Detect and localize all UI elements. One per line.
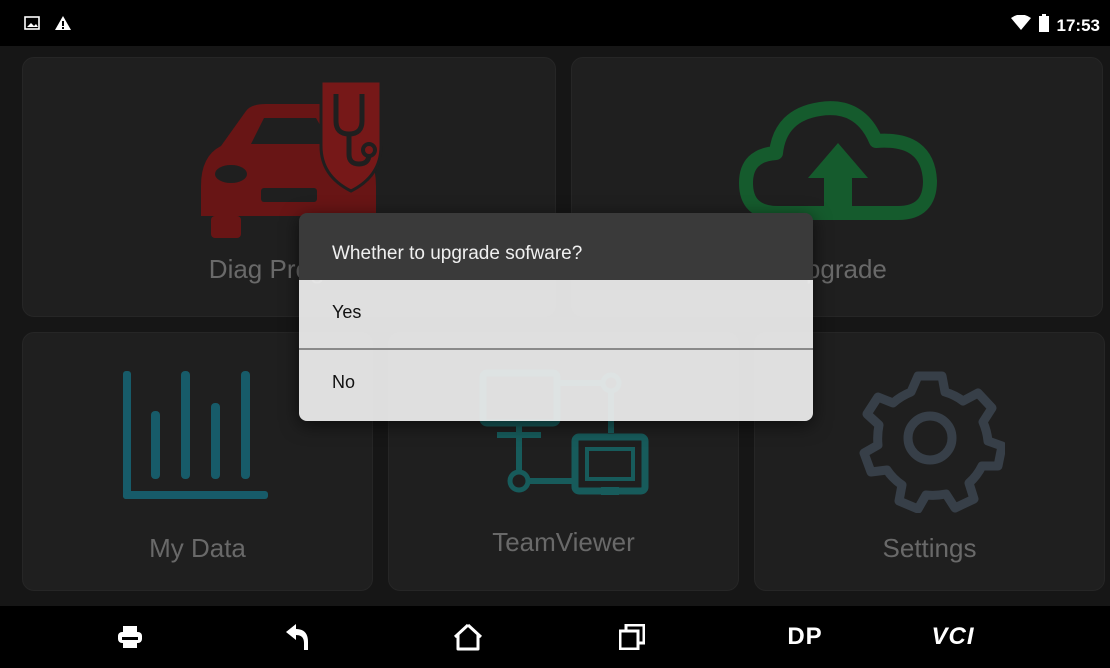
status-bar: 17:53 [0,0,1110,46]
wifi-icon [1010,14,1031,36]
print-icon [118,626,142,648]
warning-icon [54,15,72,36]
back-button[interactable] [268,606,328,668]
home-icon [453,623,483,651]
dialog-title: Whether to upgrade sofware? [299,213,813,280]
battery-icon [1038,14,1049,37]
vci-button[interactable]: VCI [918,606,988,668]
recent-apps-icon [619,624,645,650]
dialog-option-no[interactable]: No [299,350,813,421]
dialog-body: Yes No [299,280,813,421]
recent-apps-button[interactable] [602,606,662,668]
image-icon [24,16,40,35]
print-button[interactable] [100,606,160,668]
upgrade-dialog: Whether to upgrade sofware? Yes No [299,213,813,421]
vci-label: VCI [931,623,975,650]
dialog-option-yes[interactable]: Yes [299,280,813,348]
back-icon [286,624,308,650]
dp-label: DP [787,623,823,650]
status-clock: 17:53 [1056,15,1100,35]
nav-bar: DP VCI [0,606,1110,668]
screen: 17:53 Diag Program Upgrade My Data TeamV… [0,0,1110,668]
dp-button[interactable]: DP [770,606,840,668]
home-button[interactable] [438,606,498,668]
